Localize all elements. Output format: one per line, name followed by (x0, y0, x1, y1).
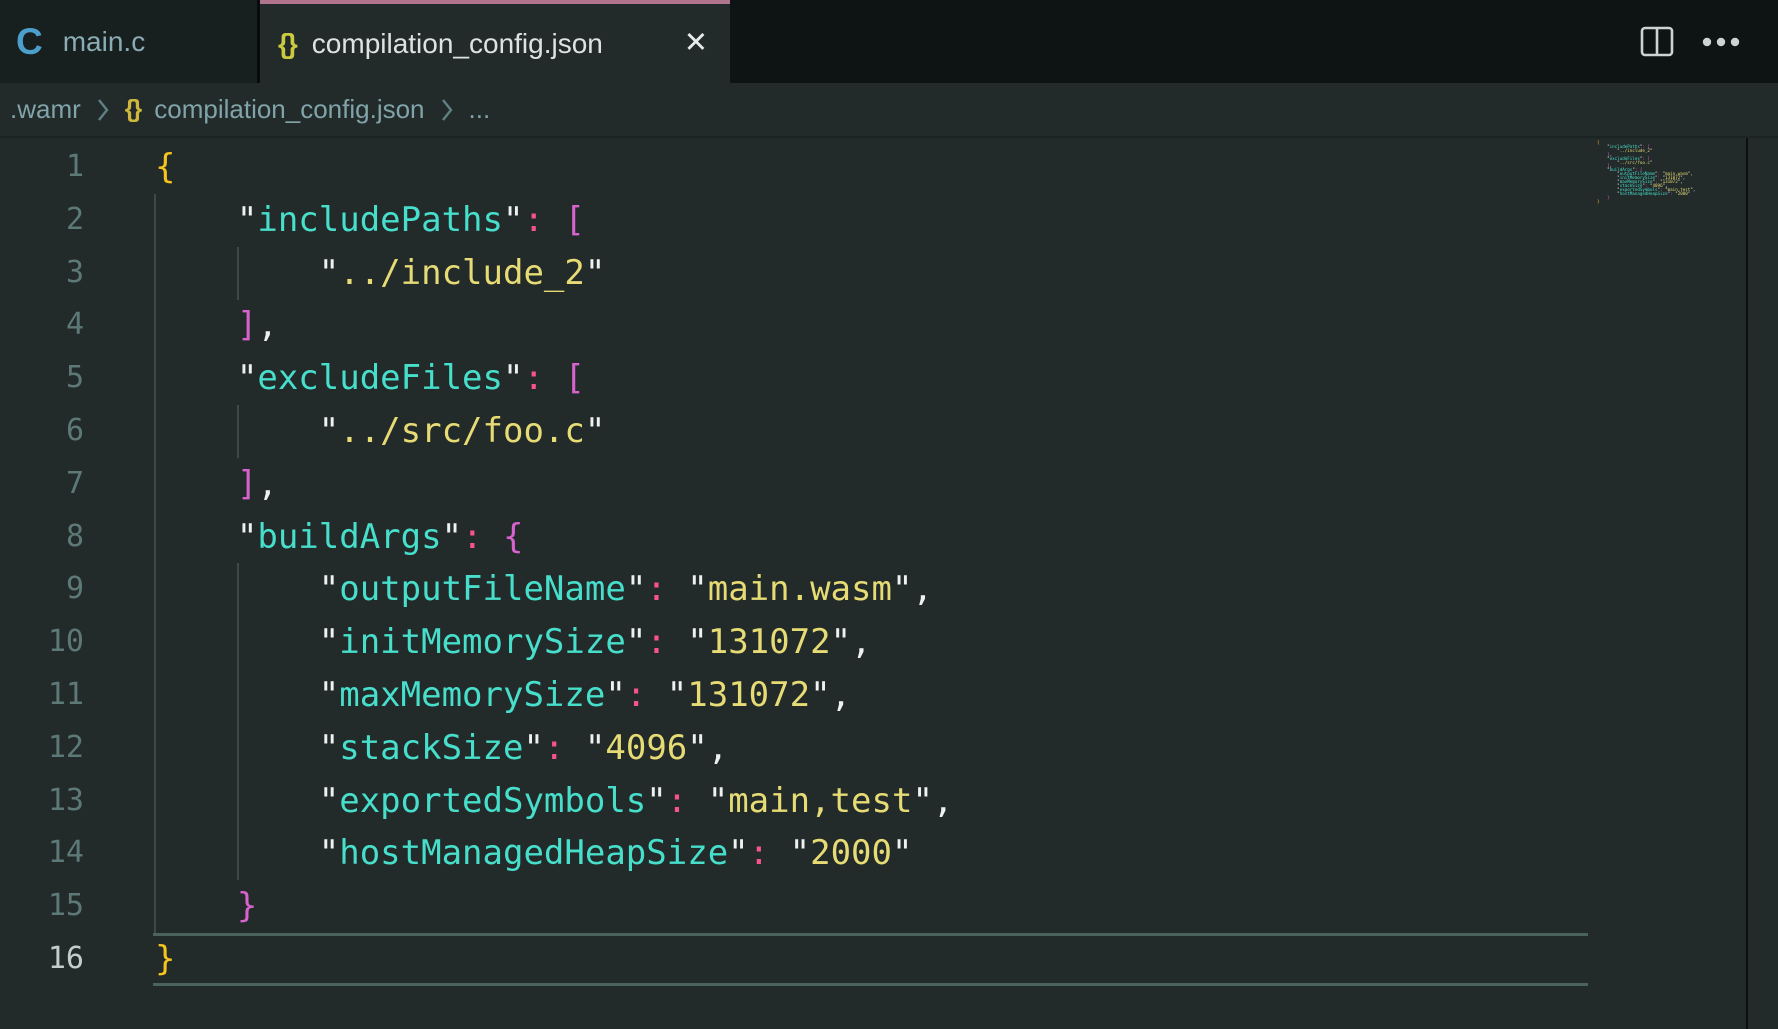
minimap-content: { "includePaths": [ "../include_2" ], "e… (1588, 138, 1746, 204)
line-number: 11 (0, 669, 84, 722)
close-tab-icon[interactable]: ✕ (684, 29, 708, 58)
split-editor-icon[interactable] (1640, 26, 1674, 57)
tab-label-compilation-config-json: compilation_config.json (312, 28, 603, 60)
minimap-right-border (1746, 138, 1748, 1029)
code-line[interactable]: ], (155, 458, 953, 511)
code-line[interactable]: "../src/foo.c" (155, 405, 953, 458)
line-number-gutter: 12345678910111213141516 (0, 141, 84, 986)
line-number: 14 (0, 827, 84, 880)
code-line[interactable]: "exportedSymbols": "main,test", (155, 775, 953, 828)
line-number: 4 (0, 299, 84, 352)
more-actions-icon[interactable] (1702, 36, 1740, 48)
line-number: 3 (0, 247, 84, 300)
json-braces-icon: {} (278, 30, 296, 58)
json-braces-icon: {} (125, 95, 140, 124)
code-line[interactable]: "includePaths": [ (155, 194, 953, 247)
line-number: 16 (0, 933, 84, 986)
vscode-window: C main.c {} compilation_config.json ✕ (0, 0, 1778, 1029)
line-number: 1 (0, 141, 84, 194)
tab-label-main-c: main.c (63, 26, 145, 58)
code-line[interactable]: "excludeFiles": [ (155, 352, 953, 405)
c-file-icon: C (16, 23, 43, 60)
line-number: 12 (0, 722, 84, 775)
code-line[interactable]: "initMemorySize": "131072", (155, 616, 953, 669)
tab-compilation-config-json[interactable]: {} compilation_config.json ✕ (260, 0, 730, 83)
code-line[interactable]: } (155, 880, 953, 933)
line-number: 2 (0, 194, 84, 247)
line-number: 9 (0, 563, 84, 616)
chevron-right-icon (439, 97, 455, 123)
breadcrumb-file[interactable]: compilation_config.json (154, 94, 424, 125)
code-line[interactable]: "hostManagedHeapSize": "2000" (155, 827, 953, 880)
code-content[interactable]: { "includePaths": [ "../include_2" ], "e… (155, 141, 953, 986)
code-line[interactable]: ], (155, 299, 953, 352)
line-number: 15 (0, 880, 84, 933)
tab-main-c[interactable]: C main.c (0, 0, 260, 83)
line-number: 6 (0, 405, 84, 458)
line-number: 7 (0, 458, 84, 511)
code-line[interactable]: "buildArgs": { (155, 511, 953, 564)
chevron-right-icon (95, 97, 111, 123)
code-line[interactable]: } (155, 933, 953, 986)
code-line[interactable]: "stackSize": "4096", (155, 722, 953, 775)
breadcrumb-symbol-ellipsis[interactable]: ... (469, 94, 491, 125)
minimap[interactable]: { "includePaths": [ "../include_2" ], "e… (1588, 138, 1746, 1029)
breadcrumb-folder[interactable]: .wamr (10, 94, 81, 125)
breadcrumb: .wamr {} compilation_config.json ... (0, 83, 1778, 138)
editor-pane: 12345678910111213141516 { "includePaths"… (0, 138, 1778, 1029)
code-line[interactable]: { (155, 141, 953, 194)
line-number: 8 (0, 511, 84, 564)
code-line[interactable]: "maxMemorySize": "131072", (155, 669, 953, 722)
code-line[interactable]: "outputFileName": "main.wasm", (155, 563, 953, 616)
line-number: 13 (0, 775, 84, 828)
line-number: 5 (0, 352, 84, 405)
line-number: 10 (0, 616, 84, 669)
editor-tab-bar: C main.c {} compilation_config.json ✕ (0, 0, 1778, 83)
code-line[interactable]: "../include_2" (155, 247, 953, 300)
editor-actions (1640, 0, 1740, 83)
